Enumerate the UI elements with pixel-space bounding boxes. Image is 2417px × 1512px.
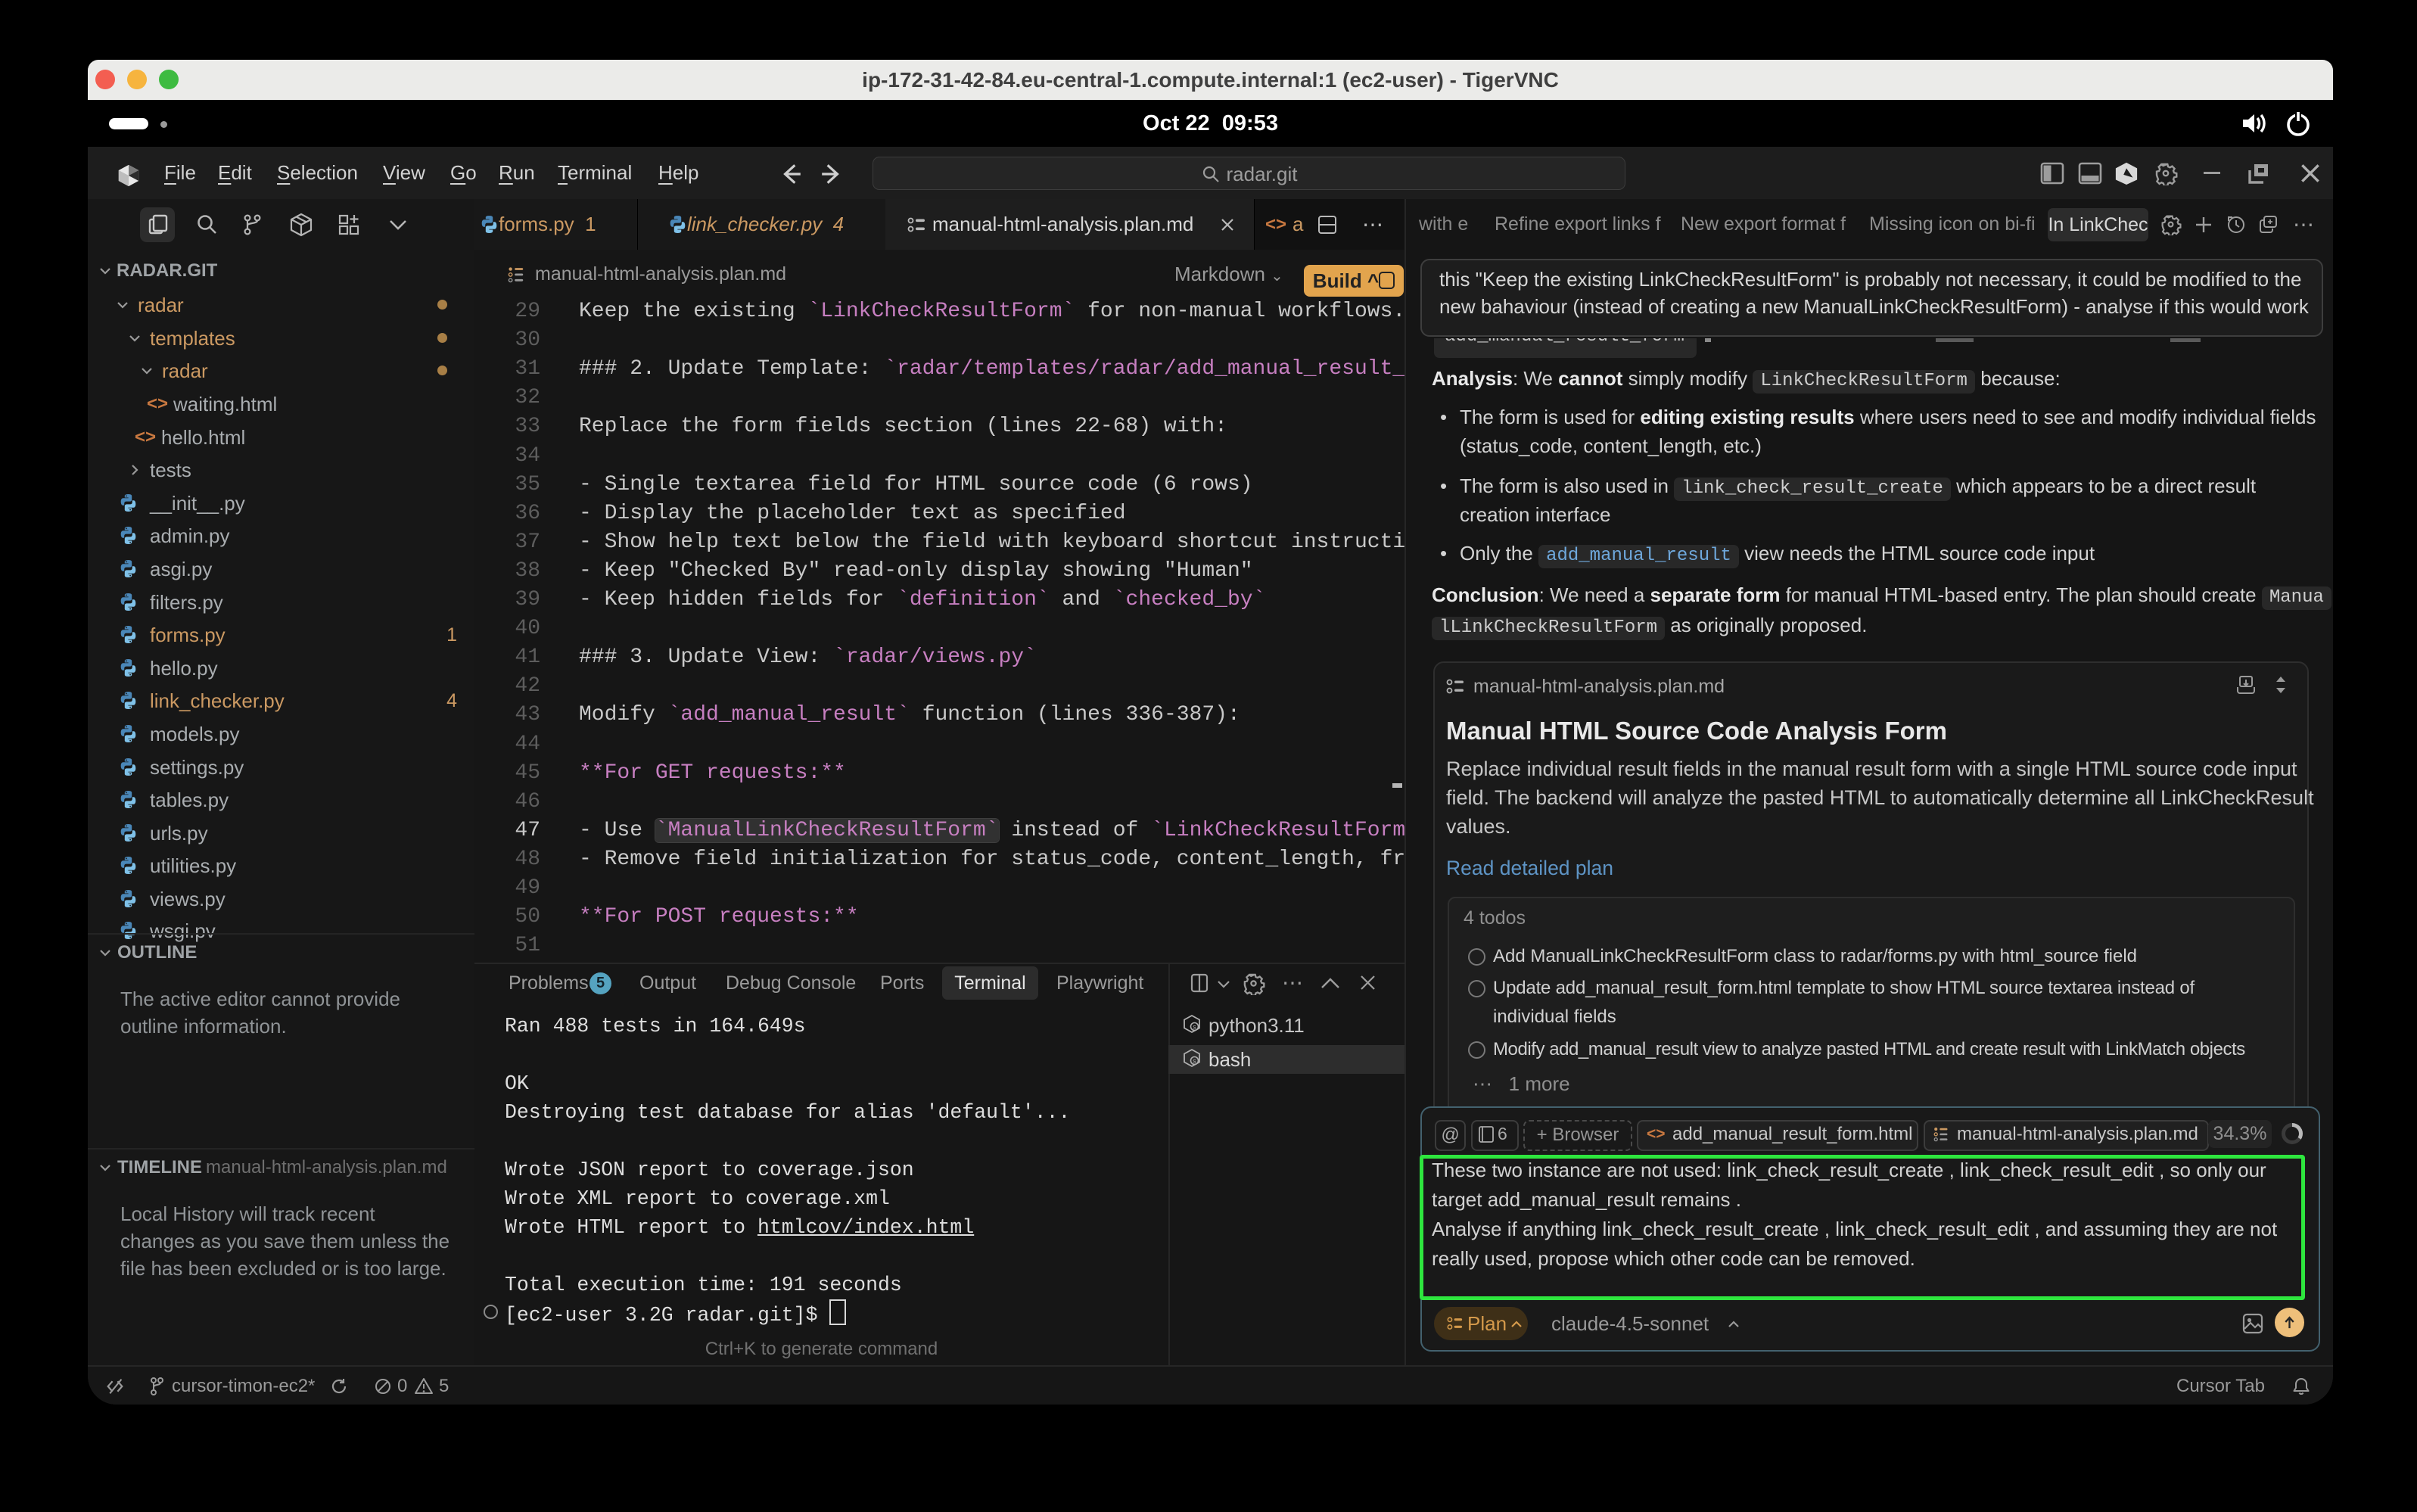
svg-text:s: s bbox=[1193, 1023, 1196, 1031]
svg-text:s: s bbox=[1193, 1057, 1196, 1065]
